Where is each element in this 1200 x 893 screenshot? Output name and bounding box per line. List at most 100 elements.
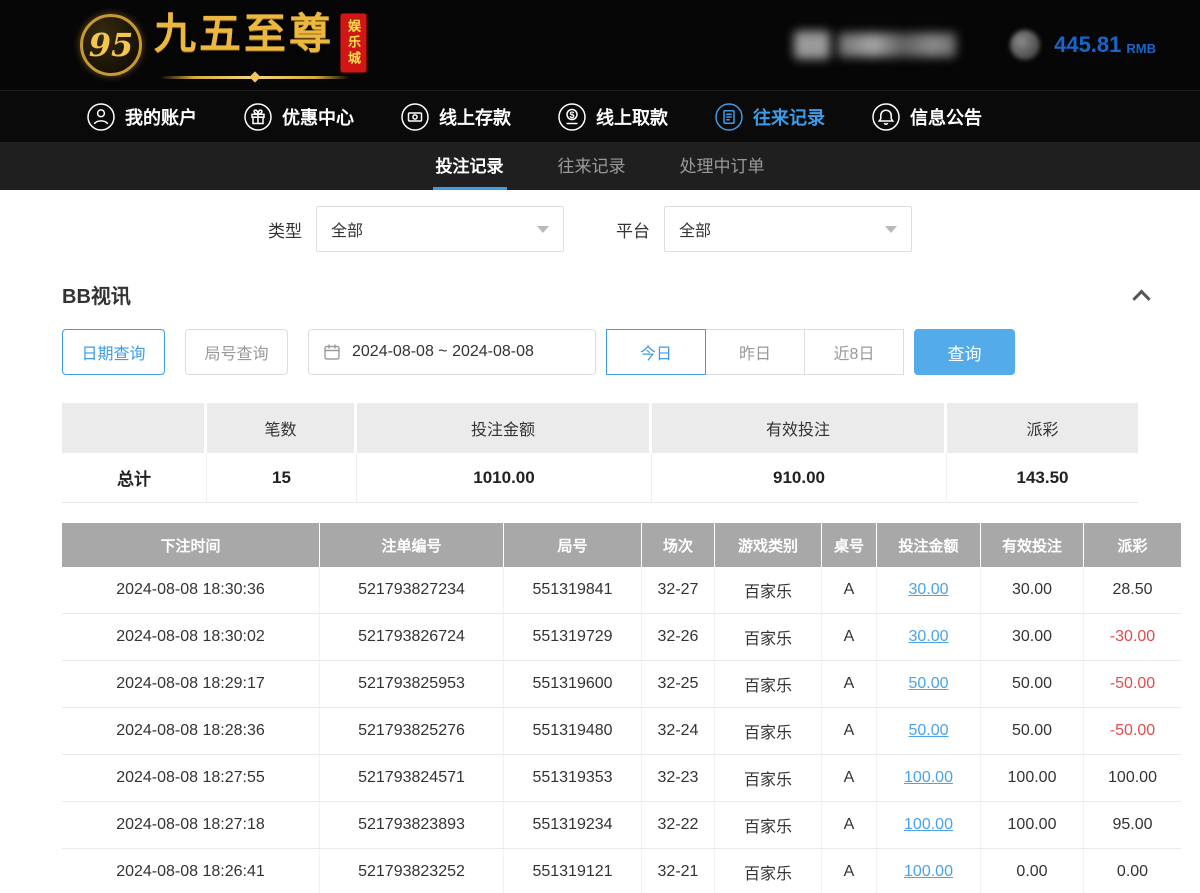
query-bar: 日期查询 局号查询 2024-08-08 ~ 2024-08-08 今日 昨日 … bbox=[62, 329, 1138, 375]
brand-badge: 娱乐城 bbox=[340, 13, 367, 73]
brand-name: 九五至尊 bbox=[154, 11, 334, 57]
summary-header-payout: 派彩 bbox=[947, 403, 1138, 453]
bet-amount-link[interactable]: 30.00 bbox=[908, 628, 948, 646]
bet-amount-link[interactable]: 50.00 bbox=[908, 722, 948, 740]
cell-game-type: 百家乐 bbox=[715, 567, 822, 613]
tab-transaction-records[interactable]: 往来记录 bbox=[555, 142, 629, 190]
table-row: 2024-08-08 18:30:02 521793826724 5513197… bbox=[62, 614, 1181, 661]
user-avatar[interactable] bbox=[794, 31, 830, 59]
cell-bet-time: 2024-08-08 18:28:36 bbox=[62, 708, 320, 754]
cell-table-no: A bbox=[822, 802, 877, 848]
table-header-row: 下注时间 注单编号 局号 场次 游戏类别 桌号 投注金额 有效投注 派彩 bbox=[62, 523, 1181, 567]
cell-session: 32-22 bbox=[642, 802, 715, 848]
summary-total-label: 总计 bbox=[62, 453, 207, 503]
summary-valid-bet-value: 910.00 bbox=[652, 453, 947, 503]
cell-table-no: A bbox=[822, 661, 877, 707]
tab-bet-records[interactable]: 投注记录 bbox=[433, 142, 507, 190]
last-8-days-button[interactable]: 近8日 bbox=[804, 329, 904, 375]
cell-payout: 0.00 bbox=[1084, 849, 1181, 893]
col-header-bet-amount: 投注金额 bbox=[877, 523, 981, 567]
table-row: 2024-08-08 18:26:41 521793823252 5513191… bbox=[62, 849, 1181, 893]
bet-amount-link[interactable]: 30.00 bbox=[908, 581, 948, 599]
cell-session: 32-24 bbox=[642, 708, 715, 754]
bet-amount-link[interactable]: 50.00 bbox=[908, 675, 948, 693]
cell-table-no: A bbox=[822, 755, 877, 801]
cell-round-no: 551319353 bbox=[504, 755, 642, 801]
section-title: BB视讯 bbox=[62, 280, 131, 309]
col-header-valid-bet: 有效投注 bbox=[981, 523, 1084, 567]
date-range-input[interactable]: 2024-08-08 ~ 2024-08-08 bbox=[308, 329, 596, 375]
cell-valid-bet: 100.00 bbox=[981, 802, 1084, 848]
cell-game-type: 百家乐 bbox=[715, 708, 822, 754]
nav-item-label: 优惠中心 bbox=[282, 104, 354, 130]
table-row: 2024-08-08 18:28:36 521793825276 5513194… bbox=[62, 708, 1181, 755]
cell-round-no: 551319234 bbox=[504, 802, 642, 848]
table-body: 2024-08-08 18:30:36 521793827234 5513198… bbox=[62, 567, 1181, 893]
cell-bet-amount: 50.00 bbox=[877, 661, 981, 707]
top-header: 95 九五至尊 娱乐城 445.81 RMB bbox=[0, 0, 1200, 90]
cell-bet-time: 2024-08-08 18:29:17 bbox=[62, 661, 320, 707]
cell-bet-id: 521793823893 bbox=[320, 802, 504, 848]
bet-amount-link[interactable]: 100.00 bbox=[904, 769, 953, 787]
tab-label: 处理中订单 bbox=[680, 152, 765, 177]
cell-round-no: 551319480 bbox=[504, 708, 642, 754]
nav-item-transaction-records[interactable]: 往来记录 bbox=[714, 102, 825, 132]
cell-table-no: A bbox=[822, 567, 877, 613]
cell-bet-amount: 100.00 bbox=[877, 802, 981, 848]
nav-item-online-deposit[interactable]: 线上存款 bbox=[400, 102, 511, 132]
type-filter-label: 类型 bbox=[268, 217, 302, 242]
nav-item-label: 线上取款 bbox=[596, 104, 668, 130]
cell-bet-amount: 30.00 bbox=[877, 567, 981, 613]
chevron-down-icon bbox=[885, 226, 897, 233]
cell-game-type: 百家乐 bbox=[715, 802, 822, 848]
platform-select[interactable]: 全部 bbox=[664, 206, 912, 252]
cell-bet-time: 2024-08-08 18:30:02 bbox=[62, 614, 320, 660]
date-query-button[interactable]: 日期查询 bbox=[62, 329, 165, 375]
tab-processing-orders[interactable]: 处理中订单 bbox=[677, 142, 768, 190]
username-redacted bbox=[838, 33, 956, 57]
chevron-up-icon[interactable] bbox=[1132, 290, 1150, 308]
sub-navigation: 投注记录 往来记录 处理中订单 bbox=[0, 142, 1200, 190]
cell-payout: -50.00 bbox=[1084, 708, 1181, 754]
summary-header-blank bbox=[62, 403, 207, 453]
table-row: 2024-08-08 18:27:55 521793824571 5513193… bbox=[62, 755, 1181, 802]
summary-count-value: 15 bbox=[207, 453, 357, 503]
cell-bet-amount: 50.00 bbox=[877, 708, 981, 754]
cell-bet-amount: 100.00 bbox=[877, 755, 981, 801]
section-header: BB视讯 bbox=[62, 280, 1148, 309]
round-query-button[interactable]: 局号查询 bbox=[185, 329, 288, 375]
yesterday-button[interactable]: 昨日 bbox=[705, 329, 805, 375]
quick-date-group: 今日 昨日 近8日 bbox=[606, 329, 904, 375]
cell-valid-bet: 50.00 bbox=[981, 708, 1084, 754]
nav-item-announcements[interactable]: 信息公告 bbox=[871, 102, 982, 132]
cell-payout: 95.00 bbox=[1084, 802, 1181, 848]
bet-amount-link[interactable]: 100.00 bbox=[904, 863, 953, 881]
platform-filter-label: 平台 bbox=[616, 217, 650, 242]
cell-valid-bet: 0.00 bbox=[981, 849, 1084, 893]
calendar-icon bbox=[323, 343, 341, 361]
type-select-value: 全部 bbox=[331, 217, 363, 241]
col-header-round-no: 局号 bbox=[504, 523, 642, 567]
cell-payout: 100.00 bbox=[1084, 755, 1181, 801]
nav-item-online-withdraw[interactable]: $ 线上取款 bbox=[557, 102, 668, 132]
cell-bet-time: 2024-08-08 18:27:18 bbox=[62, 802, 320, 848]
nav-item-my-account[interactable]: 我的账户 bbox=[86, 102, 197, 132]
withdraw-icon: $ bbox=[557, 102, 587, 132]
nav-item-promotions[interactable]: 优惠中心 bbox=[243, 102, 354, 132]
cell-valid-bet: 100.00 bbox=[981, 755, 1084, 801]
wallet-icon[interactable] bbox=[1010, 30, 1040, 60]
cell-valid-bet: 50.00 bbox=[981, 661, 1084, 707]
brand-logo[interactable]: 95 九五至尊 娱乐城 bbox=[80, 11, 405, 79]
user-area: 445.81 RMB bbox=[794, 30, 1156, 60]
col-header-session: 场次 bbox=[642, 523, 715, 567]
col-header-game-type: 游戏类别 bbox=[715, 523, 822, 567]
type-select[interactable]: 全部 bbox=[316, 206, 564, 252]
cell-bet-time: 2024-08-08 18:30:36 bbox=[62, 567, 320, 613]
tab-label: 往来记录 bbox=[558, 152, 626, 177]
search-button[interactable]: 查询 bbox=[914, 329, 1015, 375]
bet-amount-link[interactable]: 100.00 bbox=[904, 816, 953, 834]
col-header-bet-id: 注单编号 bbox=[320, 523, 504, 567]
tab-label: 投注记录 bbox=[436, 152, 504, 177]
today-button[interactable]: 今日 bbox=[606, 329, 706, 375]
summary-table: 笔数 投注金额 有效投注 派彩 总计 15 1010.00 910.00 143… bbox=[62, 403, 1138, 503]
